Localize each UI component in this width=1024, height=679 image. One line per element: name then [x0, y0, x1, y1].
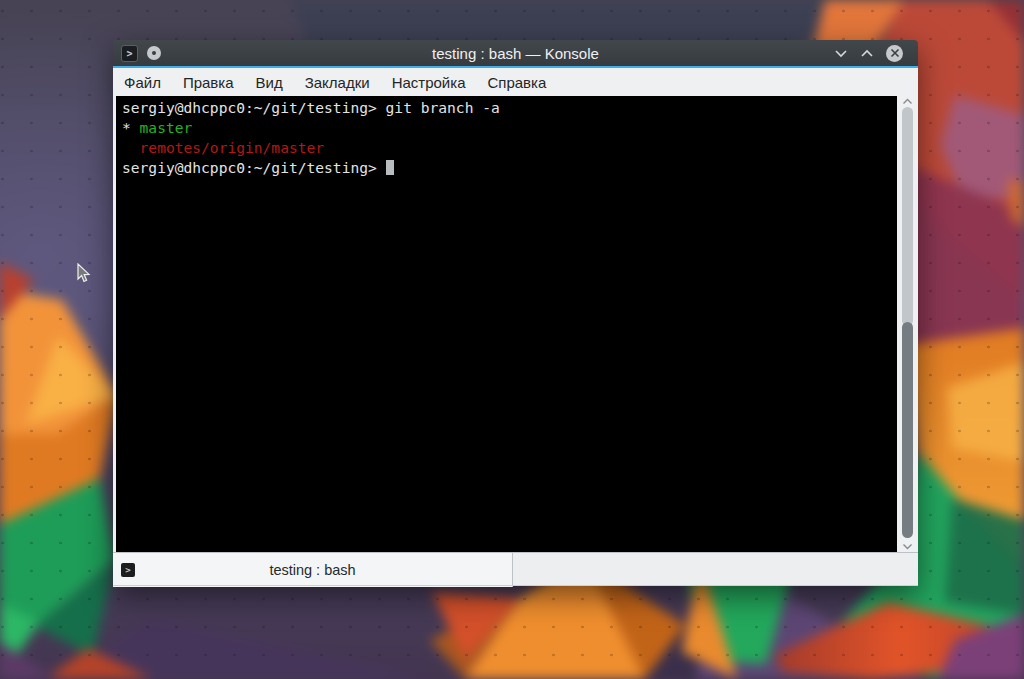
terminal-line: sergiy@dhcppc0:~/git/testing> git branch…	[122, 98, 897, 118]
menu-item[interactable]: Файл	[113, 74, 172, 91]
menubar: ФайлПравкаВидЗакладкиНастройкаСправка	[113, 68, 918, 96]
tab-terminal-icon: >	[121, 563, 135, 577]
terminal-output[interactable]: sergiy@dhcppc0:~/git/testing> git branch…	[116, 96, 897, 552]
menu-item[interactable]: Закладки	[294, 74, 381, 91]
tab-label: testing : bash	[269, 562, 355, 578]
scroll-up-arrow[interactable]	[900, 97, 915, 106]
mouse-cursor	[76, 263, 92, 285]
scroll-down-arrow[interactable]	[900, 542, 915, 551]
close-button[interactable]	[886, 45, 903, 62]
menu-item[interactable]: Справка	[476, 74, 557, 91]
keep-on-all-desktops-button[interactable]	[147, 46, 161, 60]
menu-item[interactable]: Правка	[172, 74, 245, 91]
scrollbar-thumb[interactable]	[902, 322, 913, 538]
terminal-cursor	[386, 160, 394, 175]
scrollbar-groove[interactable]	[902, 107, 913, 326]
window-title: testing : bash — Konsole	[113, 45, 918, 62]
terminal-line: * master	[122, 118, 897, 138]
terminal-line: sergiy@dhcppc0:~/git/testing>	[122, 158, 897, 178]
tab-testing-bash[interactable]: > testing : bash	[113, 553, 513, 587]
konsole-window: > testing : bash — Konsole ФайлПравкаВид…	[113, 40, 918, 586]
menu-item[interactable]: Настройка	[381, 74, 477, 91]
maximize-button[interactable]	[860, 49, 874, 58]
terminal-line: remotes/origin/master	[122, 138, 897, 158]
menu-item[interactable]: Вид	[245, 74, 294, 91]
titlebar[interactable]: > testing : bash — Konsole	[113, 40, 918, 66]
minimize-button[interactable]	[834, 49, 848, 58]
scrollbar[interactable]	[897, 96, 918, 552]
desktop: > testing : bash — Konsole ФайлПравкаВид…	[0, 0, 1024, 679]
tabbar: > testing : bash	[113, 552, 918, 586]
konsole-app-icon: >	[121, 45, 138, 62]
